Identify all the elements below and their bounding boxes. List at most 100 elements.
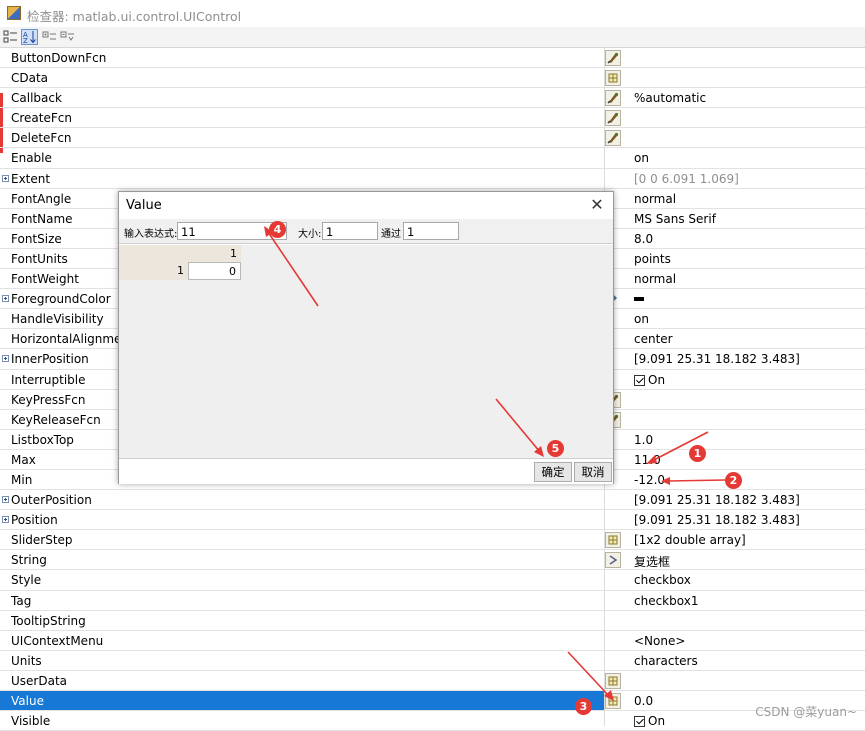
property-value-text: On	[648, 372, 666, 387]
corner-header	[119, 245, 188, 262]
property-value[interactable]: [9.091 25.31 18.182 3.483]	[634, 352, 800, 366]
ok-button[interactable]: 确定	[534, 462, 572, 482]
property-row-units[interactable]: Units characters	[0, 651, 865, 671]
array-editor-icon[interactable]	[605, 672, 621, 689]
array-editor-icon[interactable]	[605, 70, 621, 87]
expand-icon[interactable]	[2, 174, 9, 182]
property-row-buttondownfcn[interactable]: ButtonDownFcn	[0, 48, 865, 69]
property-value[interactable]: [9.091 25.31 18.182 3.483]	[634, 513, 800, 527]
property-value[interactable]: center	[634, 332, 673, 346]
cancel-button[interactable]: 取消	[574, 462, 612, 482]
property-row-createfcn[interactable]: CreateFcn	[0, 108, 865, 129]
callback-editor-icon[interactable]	[605, 90, 621, 107]
property-value-text: center	[634, 332, 673, 347]
property-value[interactable]: checkbox	[634, 573, 691, 587]
property-value-text: %automatic	[634, 91, 707, 106]
property-value-text: 复选框	[634, 555, 671, 570]
expand-icon[interactable]	[2, 496, 9, 504]
dialog-title: Value	[126, 198, 162, 213]
property-value-text: [9.091 25.31 18.182 3.483]	[634, 352, 800, 367]
property-name: CData	[11, 71, 49, 86]
property-row-extent[interactable]: Extent [0 0 6.091 1.069]	[0, 169, 865, 189]
property-value[interactable]: [1x2 double array]	[634, 533, 746, 547]
array-editor-icon[interactable]	[605, 693, 621, 709]
property-value[interactable]: 8.0	[634, 232, 653, 246]
property-row-position[interactable]: Position [9.091 25.31 18.182 3.483]	[0, 510, 865, 531]
window-titlebar: 检查器: matlab.ui.control.UIControl	[0, 0, 865, 27]
property-name: Min	[11, 472, 33, 487]
property-value[interactable]: checkbox1	[634, 594, 698, 608]
property-name: UserData	[11, 673, 68, 688]
property-row-style[interactable]: Style checkbox	[0, 570, 865, 591]
property-value[interactable]: 1.0	[634, 433, 653, 447]
categorize-icon[interactable]	[3, 29, 20, 45]
property-row-enable[interactable]: Enable on	[0, 148, 865, 169]
property-name: Tag	[11, 593, 32, 608]
property-row-cdata[interactable]: CData	[0, 68, 865, 89]
property-value-text: 8.0	[634, 231, 654, 246]
property-row-value[interactable]: Value 0.0	[0, 691, 865, 712]
property-value[interactable]: normal	[634, 272, 676, 286]
column-header[interactable]: 1	[188, 245, 241, 262]
value-editor-dialog: Value ✕ 输入表达式: 11 大小: 1 通过 1 1 1 0 确定 取消	[118, 191, 614, 484]
expand-all-icon[interactable]	[42, 29, 59, 45]
property-value-text: on	[634, 151, 649, 166]
property-value[interactable]: <None>	[634, 634, 685, 648]
property-row-tag[interactable]: Tag checkbox1	[0, 591, 865, 611]
collapse-all-icon[interactable]	[60, 29, 77, 45]
property-value[interactable]: characters	[634, 654, 698, 668]
string-editor-icon[interactable]	[605, 552, 621, 569]
property-row-string[interactable]: String 复选框	[0, 550, 865, 571]
expand-icon[interactable]	[2, 295, 9, 303]
property-value[interactable]: [0 0 6.091 1.069]	[634, 172, 739, 186]
property-value[interactable]: on	[634, 151, 649, 165]
expand-icon[interactable]	[2, 516, 9, 524]
property-row-tooltipstring[interactable]: TooltipString	[0, 611, 865, 631]
property-row-deletefcn[interactable]: DeleteFcn	[0, 128, 865, 149]
watermark: CSDN @菜yuan~	[755, 705, 857, 719]
property-value[interactable]: On	[634, 373, 665, 387]
property-value[interactable]: points	[634, 252, 671, 266]
property-name: FontUnits	[11, 251, 68, 266]
property-value-text: points	[634, 251, 671, 266]
array-cell[interactable]: 0	[188, 262, 241, 280]
expand-icon[interactable]	[2, 355, 9, 363]
property-row-uicontextmenu[interactable]: UIContextMenu <None>	[0, 631, 865, 651]
property-value[interactable]: on	[634, 312, 649, 326]
dialog-footer: 确定 取消	[119, 458, 613, 484]
property-value[interactable]: 复选框	[634, 553, 670, 570]
property-value[interactable]: normal	[634, 192, 676, 206]
by-input[interactable]: 1	[403, 222, 459, 240]
close-icon[interactable]: ✕	[587, 195, 607, 215]
property-name: Position	[11, 513, 58, 528]
property-value[interactable]: %automatic	[634, 91, 706, 105]
callback-editor-icon[interactable]	[605, 50, 621, 66]
array-editor-area[interactable]: 1 1 0	[119, 245, 613, 458]
property-value-text: <None>	[634, 633, 686, 648]
property-name: KeyPressFcn	[11, 392, 86, 407]
annotation-badge-5: 5	[547, 440, 564, 457]
property-value[interactable]	[634, 292, 644, 306]
checkbox-icon[interactable]	[634, 374, 645, 386]
property-row-sliderstep[interactable]: SliderStep [1x2 double array]	[0, 530, 865, 551]
callback-editor-icon[interactable]	[605, 130, 621, 147]
callback-editor-icon[interactable]	[605, 110, 621, 127]
property-value-text: normal	[634, 272, 677, 287]
property-row-callback[interactable]: Callback %automatic	[0, 88, 865, 109]
property-row-visible[interactable]: Visible On	[0, 711, 865, 731]
property-value[interactable]: -12.0	[634, 473, 665, 487]
row-header[interactable]: 1	[119, 262, 188, 280]
size-input[interactable]: 1	[322, 222, 378, 240]
property-name: Value	[11, 694, 44, 708]
property-name: Units	[11, 653, 42, 668]
property-value[interactable]: 0.0	[634, 694, 653, 708]
array-editor-icon[interactable]	[605, 532, 621, 549]
property-value[interactable]: 11.0	[634, 453, 661, 467]
property-name: TooltipString	[11, 613, 86, 628]
checkbox-icon[interactable]	[634, 716, 645, 728]
property-value[interactable]: [9.091 25.31 18.182 3.483]	[634, 493, 800, 507]
sort-alphabetical-icon[interactable]: AZ	[21, 29, 38, 45]
property-row-outerposition[interactable]: OuterPosition [9.091 25.31 18.182 3.483]	[0, 490, 865, 511]
property-row-userdata[interactable]: UserData	[0, 671, 865, 691]
property-value[interactable]: MS Sans Serif	[634, 212, 716, 226]
